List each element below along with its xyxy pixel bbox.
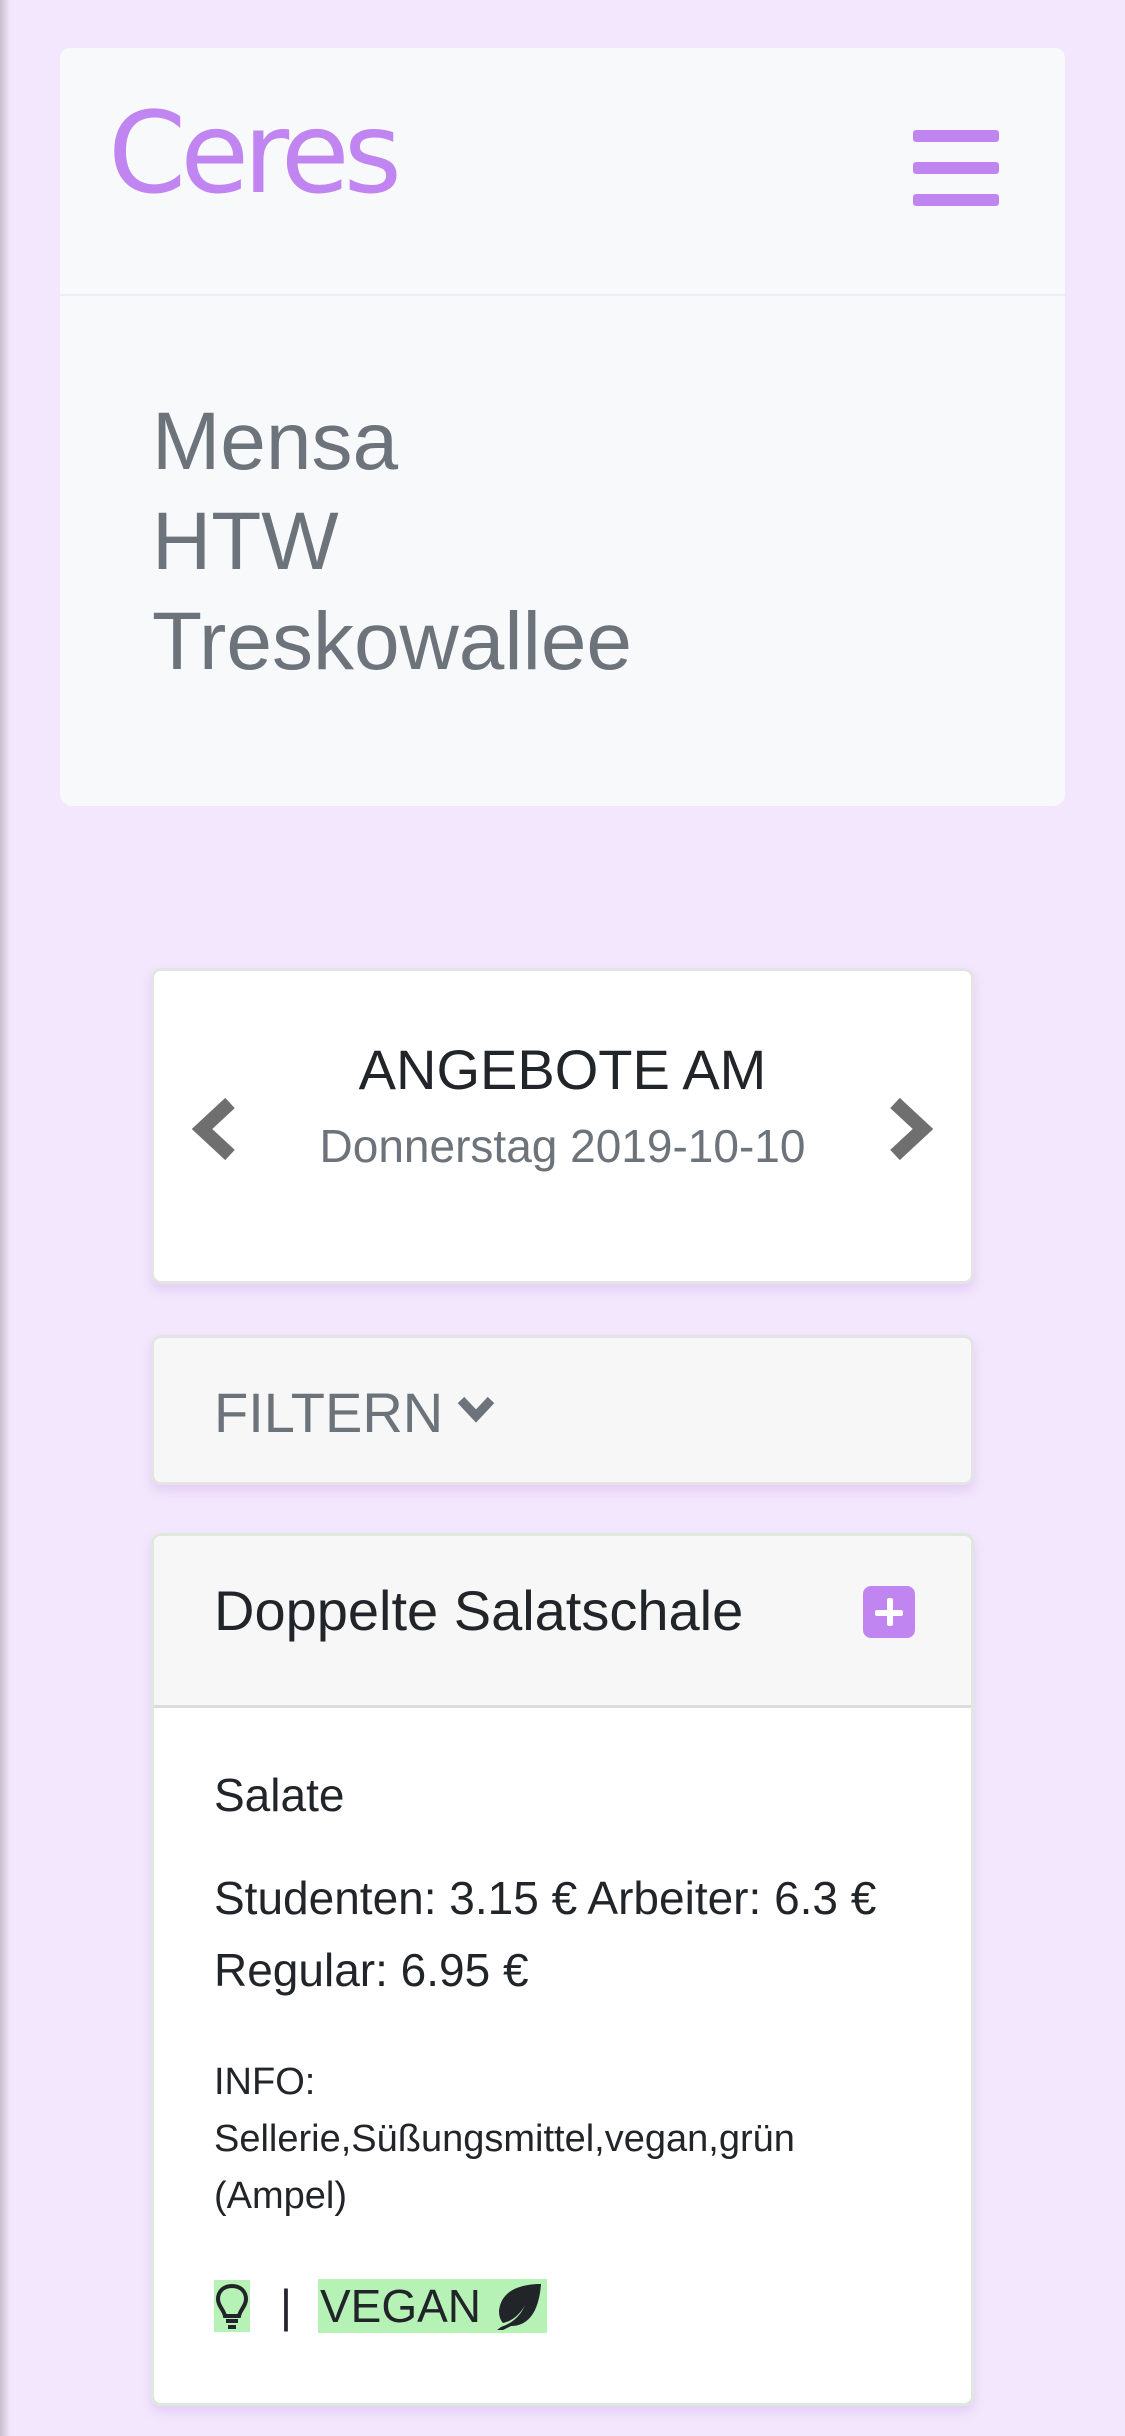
hamburger-line	[913, 194, 999, 206]
meal-title: Doppelte Salatschale	[214, 1579, 744, 1642]
mensa-title-line: Treskowallee	[152, 596, 633, 687]
meal-info: INFO: Sellerie,Süßungsmittel,vegan,grün …	[214, 2054, 914, 2225]
selected-date: Donnerstag 2019-10-10	[319, 1120, 806, 1172]
leaf-icon	[497, 2284, 541, 2330]
filter-toggle[interactable]: FILTERN	[151, 1335, 974, 1485]
tag-separator: |	[280, 2280, 292, 2332]
vegan-badge: VEGAN	[317, 2279, 547, 2333]
meal-tags: | VEGAN	[214, 2278, 547, 2334]
filter-label: FILTERN	[214, 1381, 444, 1444]
hamburger-line	[913, 130, 999, 142]
navbar: Ceres	[60, 48, 1065, 294]
vegan-label: VEGAN	[319, 2280, 481, 2332]
window-edge-shadow	[0, 0, 10, 2436]
plus-square-icon[interactable]	[863, 1586, 915, 1638]
date-selector-card: ANGEBOTE AM Donnerstag 2019-10-10	[151, 968, 974, 1284]
lightbulb-icon	[214, 2280, 250, 2332]
meal-info-text: Sellerie,Süßungsmittel,vegan,grün (Ampel…	[214, 2118, 795, 2217]
meal-card: Doppelte Salatschale Salate Studenten: 3…	[151, 1533, 974, 2406]
meal-card-header: Doppelte Salatschale	[154, 1536, 971, 1708]
meal-prices: Studenten: 3.15 € Arbeiter: 6.3 € Regula…	[214, 1872, 877, 1996]
brand-logo[interactable]: Ceres	[108, 98, 402, 210]
hamburger-line	[913, 162, 999, 174]
offers-heading: ANGEBOTE AM	[358, 1038, 767, 1101]
mensa-header: Mensa HTW Treskowallee	[60, 294, 1065, 806]
meal-info-label: INFO:	[214, 2061, 316, 2103]
mensa-title-line: HTW	[152, 496, 339, 587]
mensa-title: Mensa HTW Treskowallee	[152, 392, 632, 692]
chevron-down-icon	[457, 1396, 495, 1423]
mensa-title-line: Mensa	[152, 396, 399, 487]
chevron-right-icon[interactable]	[885, 1097, 933, 1161]
hamburger-menu-icon[interactable]	[913, 130, 999, 206]
meal-category: Salate	[214, 1769, 345, 1821]
